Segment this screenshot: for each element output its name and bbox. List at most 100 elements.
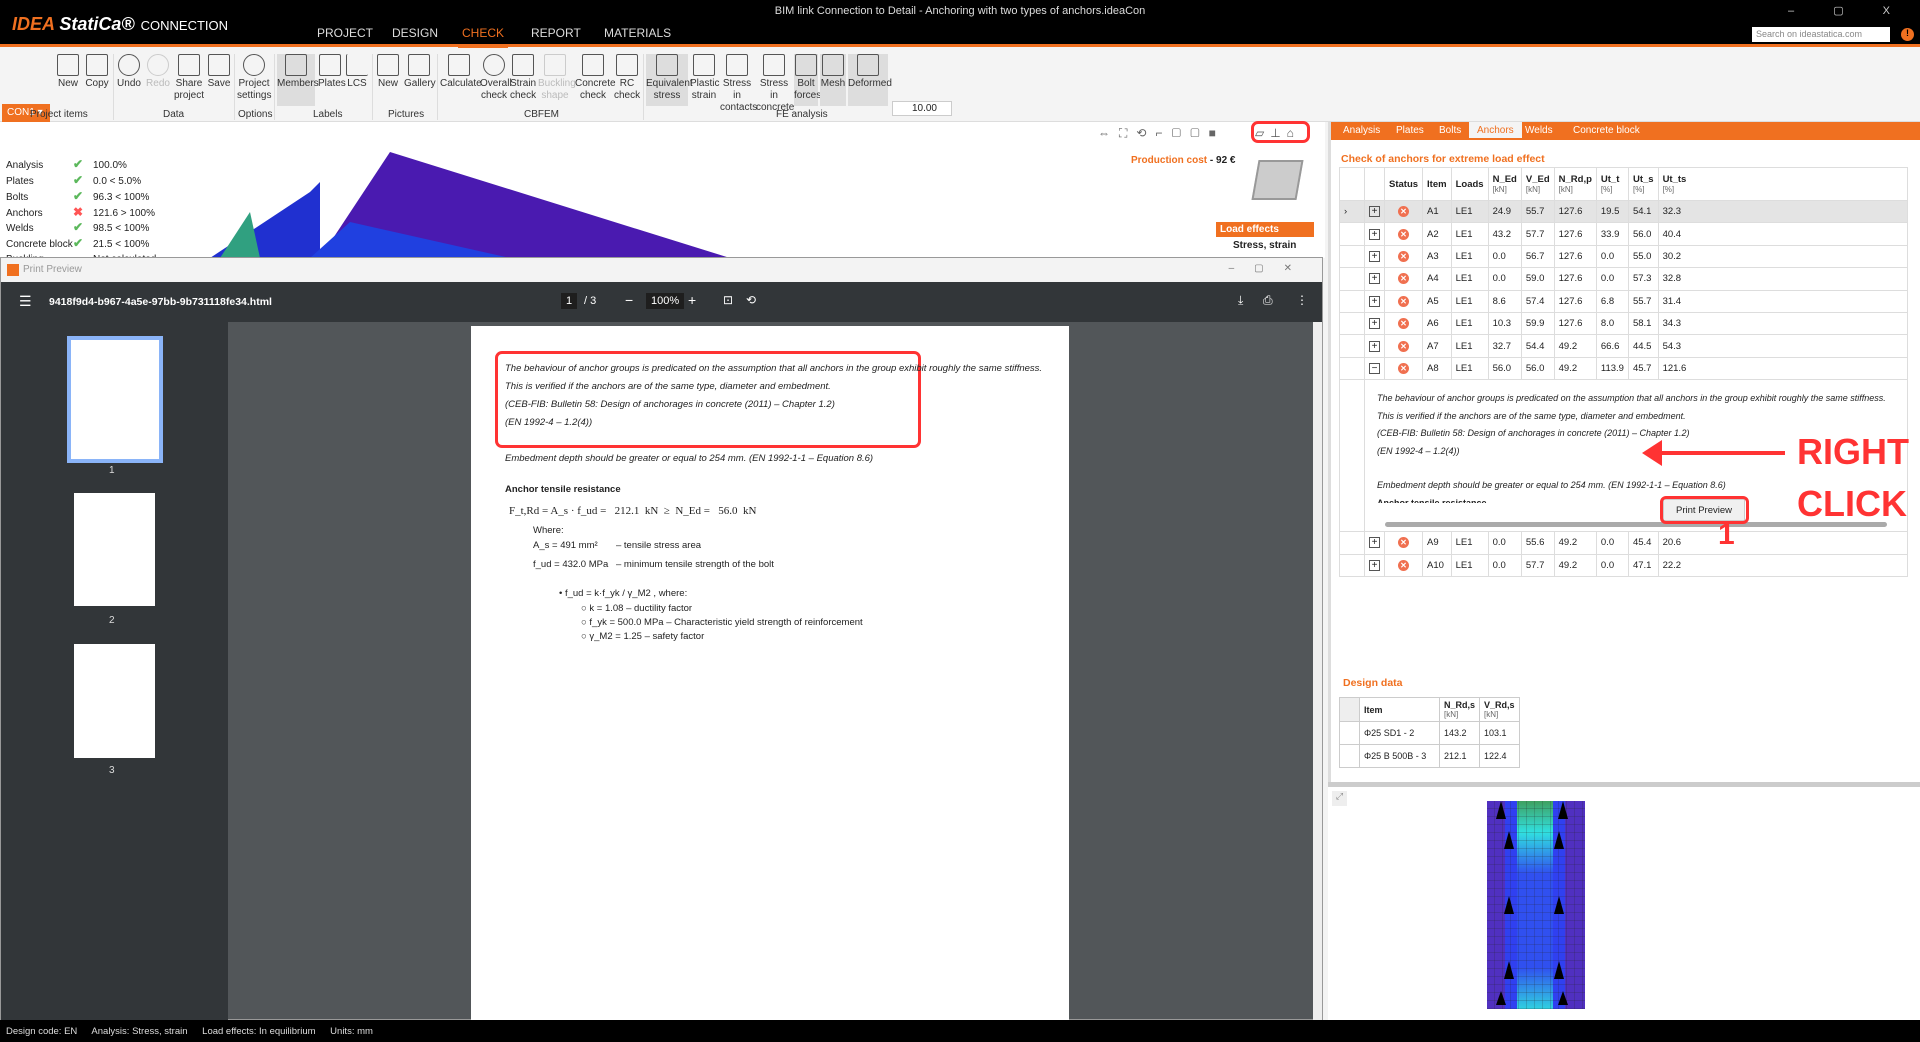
table-cell: 0.0 bbox=[1595, 267, 1629, 291]
tab-bolts[interactable]: Bolts bbox=[1431, 124, 1469, 137]
copy-button[interactable]: Copy bbox=[84, 54, 110, 90]
plates-button[interactable]: Plates bbox=[318, 54, 346, 90]
table-cell: 49.2 bbox=[1553, 356, 1597, 381]
tab-welds[interactable]: Welds bbox=[1517, 124, 1561, 137]
note-text: (CEB-FIB: Bulletin 58: Design of anchora… bbox=[505, 399, 835, 410]
expand-icon[interactable]: ⤢ bbox=[1332, 791, 1347, 806]
search-input[interactable]: Search on ideastatica.com bbox=[1752, 27, 1890, 42]
thumbnail-page-3[interactable] bbox=[74, 644, 155, 758]
download-icon[interactable]: ⤓ bbox=[1238, 293, 1243, 308]
zoom-in-button[interactable]: + bbox=[688, 292, 696, 308]
concrete-check-button[interactable]: Concrete check bbox=[575, 54, 616, 102]
new-picture-button[interactable]: New bbox=[375, 54, 401, 90]
expand-icon[interactable]: + bbox=[1369, 340, 1380, 352]
zoom-input[interactable]: 100% bbox=[646, 293, 685, 309]
menu-materials[interactable]: MATERIALS bbox=[600, 26, 675, 45]
save-button[interactable]: Save bbox=[207, 54, 231, 90]
table-cell: 31.4 bbox=[1657, 289, 1909, 313]
stress-in-contacts-button[interactable]: Stress in contacts bbox=[720, 54, 757, 114]
deformed-button[interactable]: Deformed bbox=[848, 54, 892, 106]
tab-plates[interactable]: Plates bbox=[1388, 124, 1432, 137]
table-row[interactable]: + ✕ A6 LE1 10.3 59.9 127.6 8.0 58.1 34.3 bbox=[1339, 311, 1909, 336]
expand-icon[interactable]: + bbox=[1369, 250, 1380, 262]
table-row[interactable]: + ✕ A7 LE1 32.7 54.4 49.2 66.6 44.5 54.3 bbox=[1339, 334, 1909, 358]
table-row[interactable]: + ✕ A5 LE1 8.6 57.4 127.6 6.8 55.7 31.4 bbox=[1339, 289, 1909, 313]
menu-project[interactable]: PROJECT bbox=[313, 26, 377, 45]
fit-page-icon[interactable]: ⊡ bbox=[723, 293, 733, 307]
buckling-shape-button[interactable]: Buckling shape bbox=[538, 54, 576, 102]
print-icon[interactable]: ⎙ bbox=[1263, 293, 1273, 308]
window-controls[interactable]: – ▢ X bbox=[1788, 4, 1908, 17]
table-row[interactable]: + ✕ A10 LE1 0.0 57.7 49.2 0.0 47.1 22.2 bbox=[1339, 553, 1909, 577]
lcs-button[interactable]: LCS bbox=[345, 54, 369, 90]
scale-input[interactable]: 10.00 bbox=[892, 101, 952, 116]
equivalent-stress-button[interactable]: Equivalent stress bbox=[646, 54, 693, 106]
info-icon[interactable]: ! bbox=[1901, 28, 1914, 41]
redo-button[interactable]: Redo bbox=[145, 54, 171, 90]
view-toolbar[interactable]: ⇔⛶⟲⌐▢▢■ bbox=[1098, 126, 1225, 141]
table-cell: LE1 bbox=[1450, 311, 1489, 336]
stress-strain-item[interactable]: Stress, strain bbox=[1233, 240, 1296, 251]
table-row[interactable]: + ✕ A4 LE1 0.0 59.0 127.6 0.0 57.3 32.8 bbox=[1339, 267, 1909, 291]
table-row[interactable]: › + ✕ A1 LE1 24.9 55.7 127.6 19.5 54.1 32.3 bbox=[1339, 199, 1909, 224]
calculate-button[interactable]: Calculate bbox=[440, 54, 482, 90]
members-button[interactable]: Members bbox=[277, 54, 319, 106]
expand-icon[interactable]: + bbox=[1369, 318, 1380, 330]
tab-anchors[interactable]: Anchors bbox=[1469, 122, 1522, 138]
expand-icon[interactable]: + bbox=[1369, 206, 1380, 218]
status-bar: Design code: EN Analysis: Stress, strain… bbox=[0, 1020, 1920, 1042]
expand-icon[interactable]: + bbox=[1369, 295, 1380, 307]
more-icon[interactable]: ⋮ bbox=[1296, 293, 1308, 307]
column-header: Ut_t [%] bbox=[1595, 167, 1629, 201]
table-row[interactable]: − ✕ A8 LE1 56.0 56.0 49.2 113.9 45.7 121.6 bbox=[1339, 356, 1909, 381]
menu-design[interactable]: DESIGN bbox=[388, 26, 442, 45]
rc-check-button[interactable]: RC check bbox=[614, 54, 640, 102]
expand-icon[interactable]: + bbox=[1369, 273, 1380, 285]
plastic-strain-button[interactable]: Plastic strain bbox=[690, 54, 719, 102]
row-indicator bbox=[1339, 222, 1365, 246]
expand-icon[interactable]: + bbox=[1369, 559, 1380, 571]
table-row[interactable]: + ✕ A2 LE1 43.2 57.7 127.6 33.9 56.0 40.4 bbox=[1339, 222, 1909, 246]
menu-check[interactable]: CHECK bbox=[458, 26, 509, 48]
undo-button[interactable]: Undo bbox=[116, 54, 142, 90]
bolt-forces-button[interactable]: Bolt forces bbox=[794, 54, 821, 106]
zoom-out-button[interactable]: − bbox=[625, 292, 633, 308]
group-label: Pictures bbox=[388, 109, 425, 120]
table-cell: 54.4 bbox=[1520, 334, 1555, 358]
table-cell: LE1 bbox=[1450, 531, 1489, 555]
table-row[interactable]: + ✕ A9 LE1 0.0 55.6 49.2 0.0 45.4 20.6 bbox=[1339, 531, 1909, 555]
window-controls[interactable]: –▢✕ bbox=[1229, 263, 1312, 274]
gallery-button[interactable]: Gallery bbox=[404, 54, 436, 90]
tab-analysis[interactable]: Analysis bbox=[1335, 124, 1388, 137]
expand-icon[interactable]: + bbox=[1369, 228, 1380, 240]
menu-report[interactable]: REPORT bbox=[527, 26, 585, 45]
collapse-icon[interactable]: − bbox=[1369, 362, 1380, 374]
strain-check-button[interactable]: Strain check bbox=[510, 54, 536, 102]
summary-label: Plates bbox=[6, 176, 34, 187]
mesh-button[interactable]: Mesh bbox=[820, 54, 846, 106]
summary-value: 0.0 < 5.0% bbox=[93, 176, 142, 187]
share-project-button[interactable]: Share project bbox=[174, 54, 204, 102]
project-settings-button[interactable]: Project settings bbox=[237, 54, 271, 102]
column-header: Status bbox=[1383, 167, 1424, 201]
3d-viewport[interactable]: Analysis Plates Bolts Anchors Welds Conc… bbox=[0, 122, 1325, 265]
load-effects-item[interactable]: Load effects bbox=[1216, 222, 1314, 237]
stress-in-concrete-button[interactable]: Stress in concrete bbox=[756, 54, 794, 114]
status-load-effects: Load effects: In equilibrium bbox=[202, 1026, 316, 1037]
thumbnail-page-2[interactable] bbox=[74, 493, 155, 606]
rotate-icon[interactable]: ⟲ bbox=[746, 293, 756, 307]
overall-check-button[interactable]: Overall check bbox=[480, 54, 512, 102]
scrollbar[interactable] bbox=[1313, 322, 1322, 1020]
column-header: V_Ed [kN] bbox=[1520, 167, 1555, 201]
view-cube[interactable] bbox=[1251, 160, 1304, 200]
page-input[interactable]: 1 bbox=[561, 293, 578, 309]
tab-concrete-block[interactable]: Concrete block bbox=[1565, 124, 1648, 137]
thumbnail-page-1[interactable] bbox=[67, 336, 163, 463]
table-row[interactable]: + ✕ A3 LE1 0.0 56.7 127.6 0.0 55.0 30.2 bbox=[1339, 244, 1909, 269]
new-button[interactable]: New bbox=[56, 54, 80, 90]
menu-icon[interactable]: ☰ bbox=[19, 293, 32, 310]
thumbnail-label: 2 bbox=[109, 615, 115, 626]
expand-icon[interactable]: + bbox=[1369, 537, 1380, 549]
anchor-plate-view[interactable]: ⤢ bbox=[1328, 787, 1920, 1020]
status-design-code: Design code: EN bbox=[6, 1026, 78, 1037]
